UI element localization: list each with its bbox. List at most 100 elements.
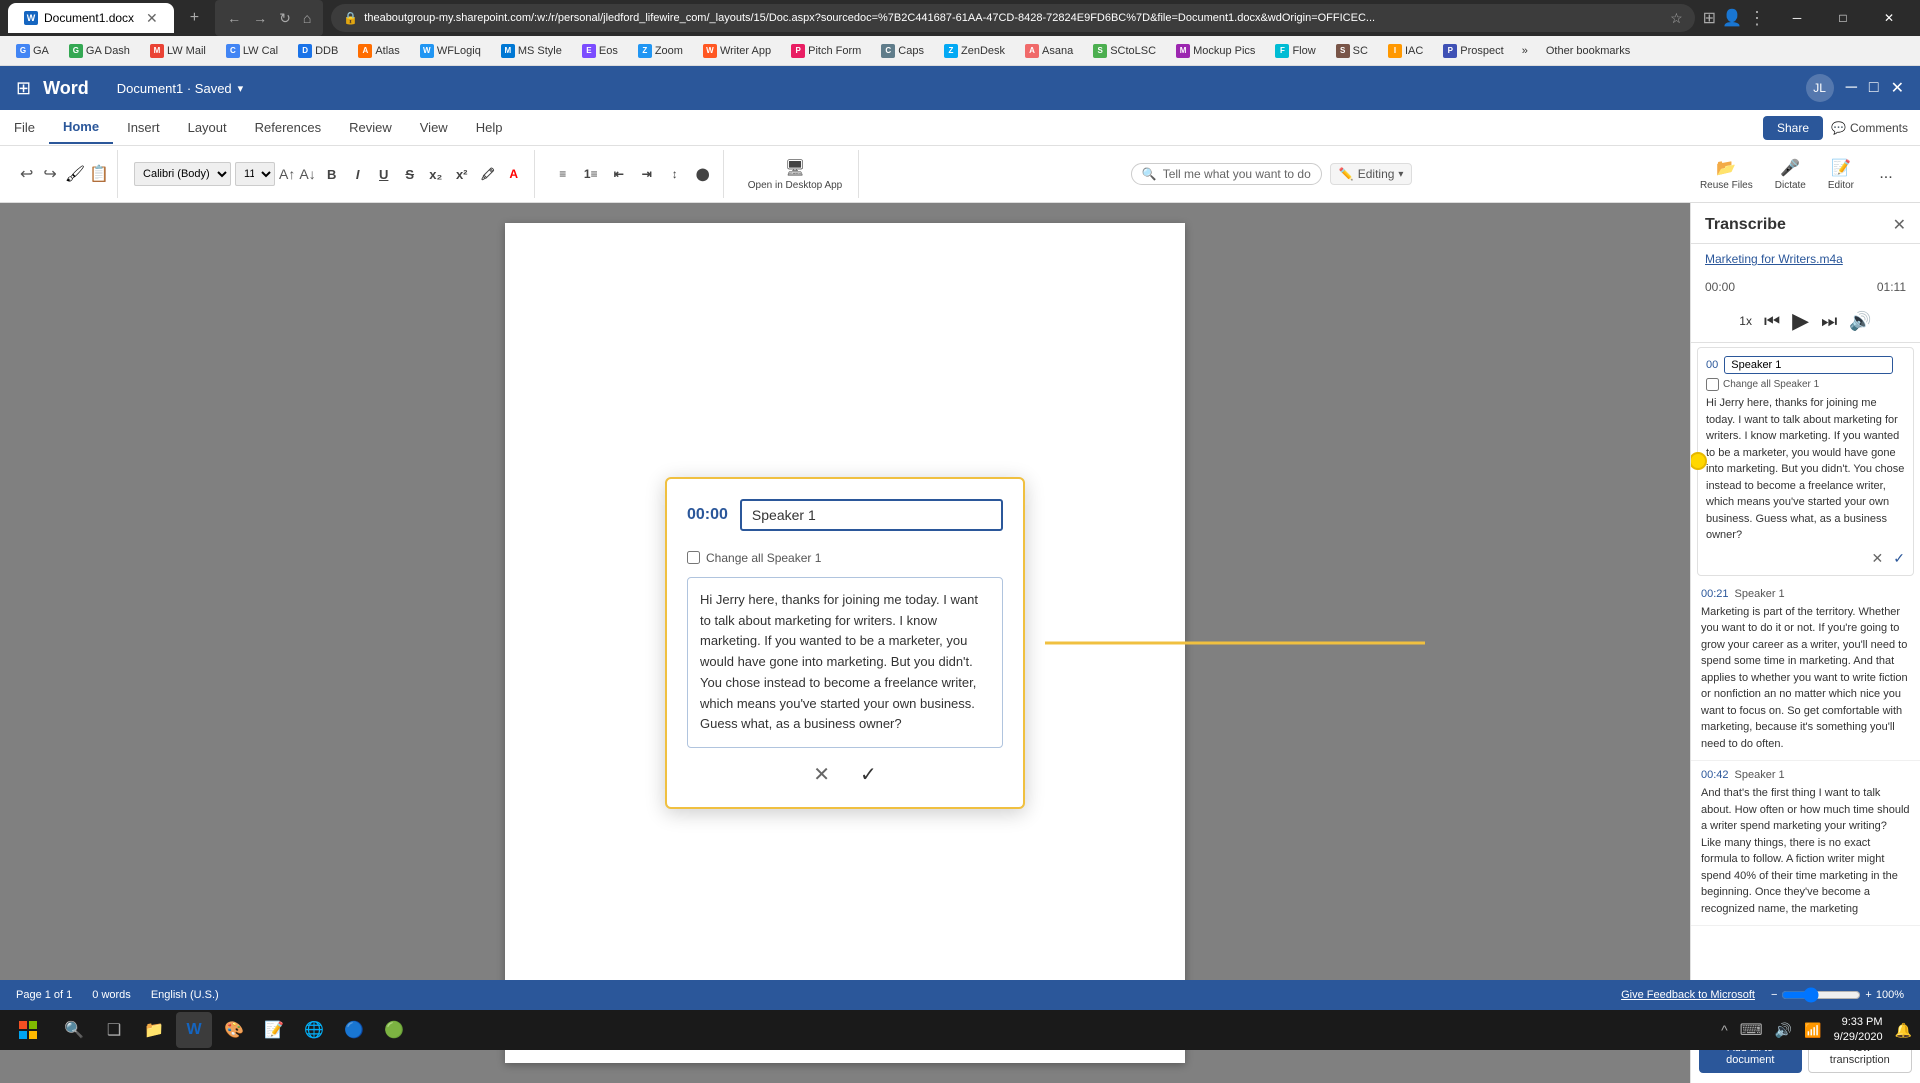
taskbar-chrome[interactable]: 🌐 (296, 1012, 332, 1048)
tab-view[interactable]: View (406, 112, 462, 143)
tab-references[interactable]: References (241, 112, 335, 143)
bookmark-eos[interactable]: E Eos (574, 41, 626, 61)
font-color-button[interactable]: A (502, 162, 526, 186)
profile-icon[interactable]: 👤 (1722, 8, 1742, 28)
play-button[interactable]: ▶ (1792, 308, 1809, 334)
fast-forward-button[interactable]: ⏭ (1821, 311, 1837, 332)
taskbar-word[interactable]: W (176, 1012, 212, 1048)
entry-cancel-button-0[interactable]: ✕ (1872, 550, 1884, 567)
bookmark-pitch-form[interactable]: P Pitch Form (783, 41, 869, 61)
maximize-app-button[interactable]: □ (1869, 79, 1879, 97)
transcribe-close-button[interactable]: ✕ (1893, 215, 1906, 235)
maximize-button[interactable]: □ (1820, 0, 1866, 36)
entry-confirm-button-0[interactable]: ✓ (1893, 550, 1905, 567)
transcription-entry-active[interactable]: 00 Change all Speaker 1 Hi Jerry here, t… (1697, 347, 1914, 576)
bookmark-flow[interactable]: F Flow (1267, 41, 1323, 61)
transcription-entry-2[interactable]: 00:42 Speaker 1 And that's the first thi… (1691, 761, 1920, 926)
bookmark-asana[interactable]: A Asana (1017, 41, 1081, 61)
minimize-button[interactable]: ─ (1774, 0, 1820, 36)
indent-increase-button[interactable]: ⇥ (635, 162, 659, 186)
strikethrough-button[interactable]: S (398, 162, 422, 186)
taskbar-search[interactable]: 🔍 (56, 1012, 92, 1048)
numbering-button[interactable]: 1≡ (579, 162, 603, 186)
format-painter-button[interactable]: 🖌 (65, 164, 85, 184)
nav-forward[interactable]: → (249, 8, 271, 28)
bookmark-writer-app[interactable]: W Writer App (695, 41, 779, 61)
more-ribbon-button[interactable]: ... (1868, 161, 1904, 187)
taskbar-network[interactable]: 📶 (1804, 1022, 1821, 1039)
align-left-button[interactable]: ⬤ (691, 162, 715, 186)
dictate-button[interactable]: 🎤 Dictate (1767, 154, 1814, 195)
user-profile[interactable]: JL (1806, 74, 1834, 102)
entry-change-all-0[interactable]: Change all Speaker 1 (1706, 378, 1905, 391)
close-button[interactable]: ✕ (1866, 0, 1912, 36)
bookmark-ms-style[interactable]: M MS Style (493, 41, 570, 61)
underline-button[interactable]: U (372, 162, 396, 186)
taskbar-app1[interactable]: 🔵 (336, 1012, 372, 1048)
bold-button[interactable]: B (320, 162, 344, 186)
bullets-button[interactable]: ≡ (551, 162, 575, 186)
zoom-in-button[interactable]: + (1865, 989, 1871, 1001)
nav-refresh[interactable]: ↻ (275, 8, 295, 29)
new-tab-button[interactable]: + (182, 5, 207, 31)
taskbar-app2[interactable]: 🟢 (376, 1012, 412, 1048)
taskbar-chevron-up[interactable]: ^ (1721, 1022, 1728, 1038)
bookmark-zendesk[interactable]: Z ZenDesk (936, 41, 1013, 61)
tab-close[interactable]: ✕ (146, 10, 158, 27)
comments-button[interactable]: 💬 Comments (1831, 121, 1908, 135)
save-chevron-icon[interactable]: ▾ (238, 82, 244, 95)
entry-change-all-checkbox-0[interactable] (1706, 378, 1719, 391)
tab-layout[interactable]: Layout (174, 112, 241, 143)
modal-text[interactable]: Hi Jerry here, thanks for joining me tod… (687, 577, 1003, 749)
tell-me-bar[interactable]: 🔍 Tell me what you want to do (1131, 163, 1322, 185)
taskbar-keyboard[interactable]: ⌨ (1740, 1020, 1763, 1040)
nav-back[interactable]: ← (223, 8, 245, 28)
transcription-entry-1[interactable]: 00:21 Speaker 1 Marketing is part of the… (1691, 580, 1920, 762)
tab-home[interactable]: Home (49, 111, 113, 144)
open-desktop-button[interactable]: 🖥 Open in Desktop App (740, 154, 851, 195)
bookmark-prospect[interactable]: P Prospect (1435, 41, 1511, 61)
modal-speaker-input[interactable] (740, 499, 1003, 531)
bookmark-other[interactable]: Other bookmarks (1538, 42, 1638, 60)
bookmark-lw-cal[interactable]: C LW Cal (218, 41, 286, 61)
font-size-selector[interactable]: 11 (235, 162, 275, 186)
redo-button[interactable]: ↪ (39, 162, 60, 186)
bookmark-wflogiq[interactable]: W WFLogiq (412, 41, 489, 61)
taskbar-volume[interactable]: 🔊 (1775, 1022, 1792, 1039)
bookmark-sc[interactable]: S SC (1328, 41, 1376, 61)
taskbar-notes[interactable]: 📝 (256, 1012, 292, 1048)
decrease-font-button[interactable]: A↓ (299, 166, 315, 182)
rewind-button[interactable]: ⏮ (1764, 311, 1780, 332)
bookmark-ga-dash[interactable]: G GA Dash (61, 41, 138, 61)
entry-speaker-input-0[interactable] (1724, 356, 1893, 374)
tab-help[interactable]: Help (462, 112, 517, 143)
extensions-icon[interactable]: ⊞ (1703, 8, 1716, 28)
volume-button[interactable]: 🔊 (1849, 311, 1871, 332)
close-app-button[interactable]: ✕ (1891, 78, 1904, 98)
share-button[interactable]: Share (1763, 116, 1823, 140)
line-spacing-button[interactable]: ↕ (663, 162, 687, 186)
bookmark-ddb[interactable]: D DDB (290, 41, 346, 61)
modal-cancel-button[interactable]: ✕ (813, 762, 830, 787)
address-bar-container[interactable]: 🔒 ☆ (331, 4, 1694, 32)
tab-review[interactable]: Review (335, 112, 406, 143)
bookmark-zoom[interactable]: Z Zoom (630, 41, 691, 61)
indent-decrease-button[interactable]: ⇤ (607, 162, 631, 186)
minimize-app-button[interactable]: ─ (1846, 79, 1857, 97)
zoom-slider[interactable] (1781, 987, 1861, 1003)
start-button[interactable] (8, 1012, 48, 1048)
editing-status[interactable]: ✏️ Editing ▾ (1330, 163, 1413, 185)
browser-tab[interactable]: W Document1.docx ✕ (8, 3, 174, 33)
taskbar-explorer[interactable]: 📁 (136, 1012, 172, 1048)
bookmark-atlas[interactable]: A Atlas (350, 41, 407, 61)
bookmark-sctolsc[interactable]: S SCtoLSC (1085, 41, 1164, 61)
increase-font-button[interactable]: A↑ (279, 166, 295, 182)
app-grid-icon[interactable]: ⊞ (16, 78, 31, 99)
zoom-out-button[interactable]: − (1771, 989, 1777, 1001)
subscript-button[interactable]: x₂ (424, 162, 448, 186)
editor-button[interactable]: 📝 Editor (1820, 154, 1862, 195)
italic-button[interactable]: I (346, 162, 370, 186)
taskbar-task-view[interactable]: ❑ (96, 1012, 132, 1048)
taskbar-paint[interactable]: 🎨 (216, 1012, 252, 1048)
highlight-button[interactable]: 🖍 (476, 162, 500, 186)
